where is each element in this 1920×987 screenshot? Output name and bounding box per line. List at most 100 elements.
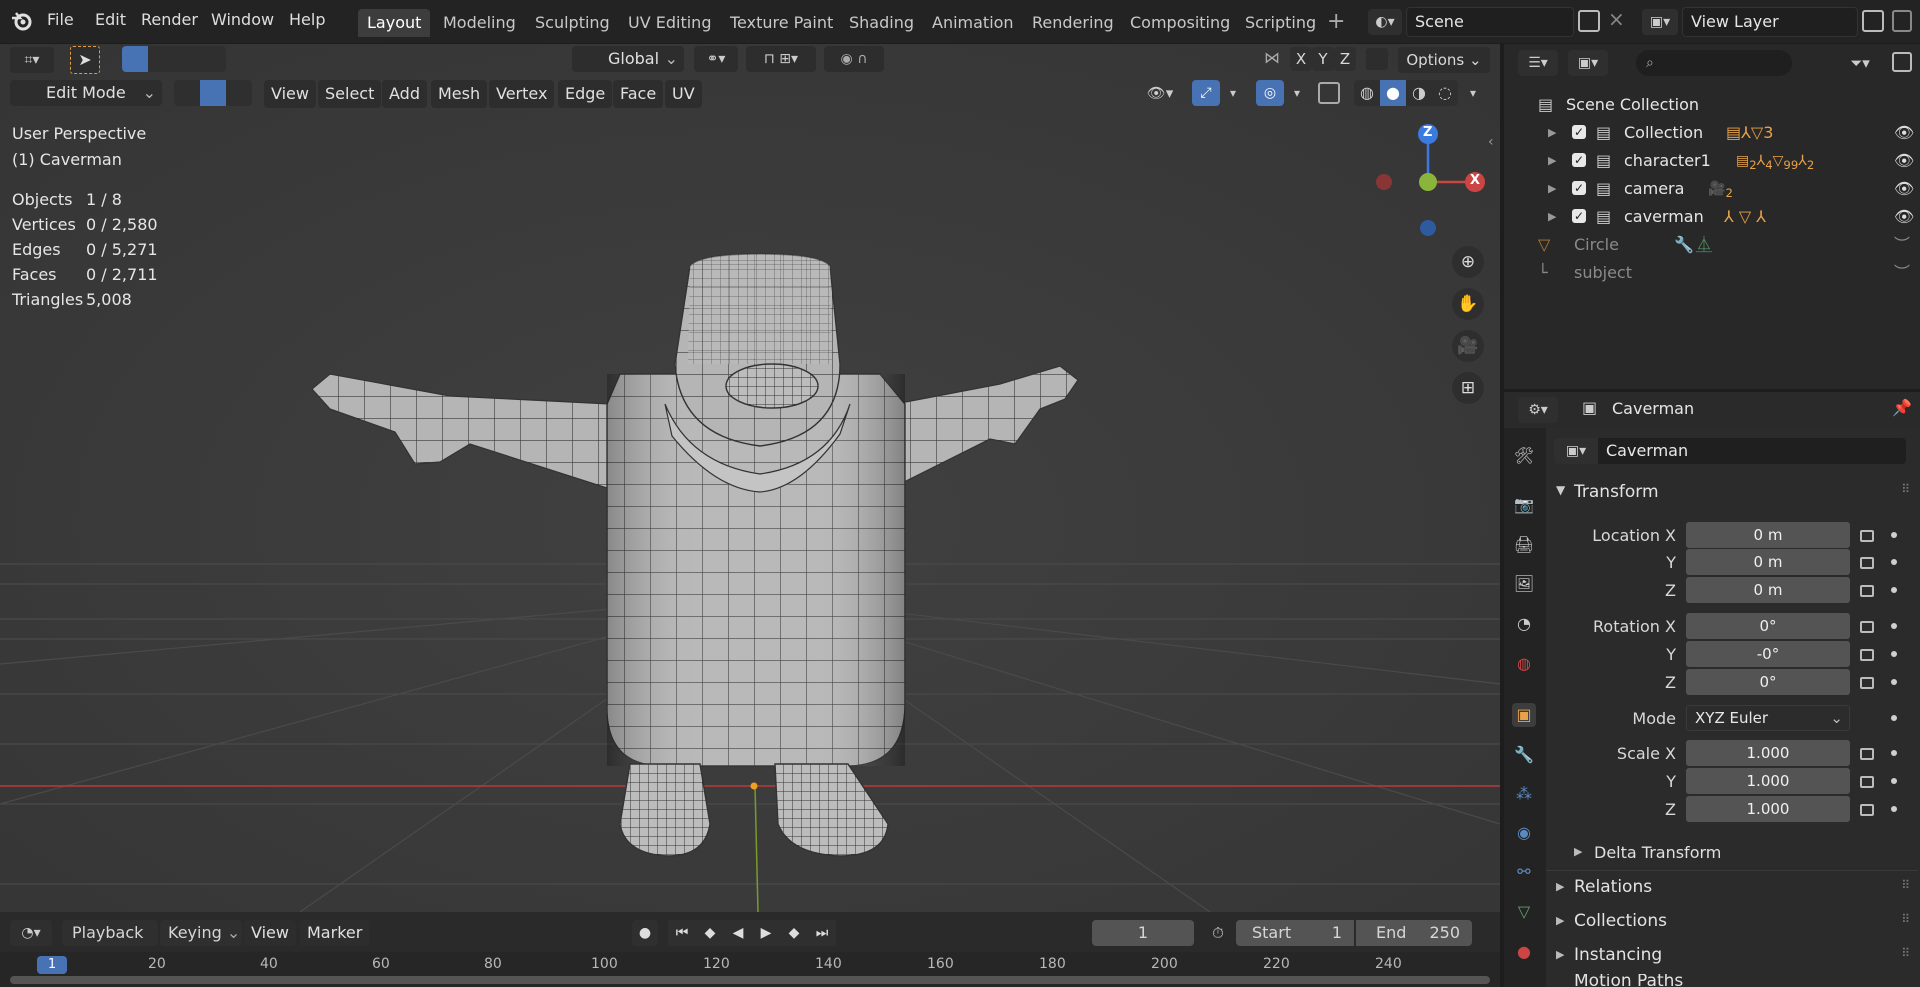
tab-compositing[interactable]: Compositing <box>1121 9 1239 37</box>
output-tab-icon[interactable]: 🖨 <box>1512 533 1536 557</box>
snapping-dropdown[interactable]: ⊓ ⊞▾ <box>746 46 816 72</box>
object-tab-icon[interactable]: ▣ <box>1512 703 1536 727</box>
location-x-field[interactable]: 0 m <box>1686 522 1850 548</box>
keyframe-dot-icon[interactable] <box>1891 651 1897 657</box>
next-keyframe-button[interactable]: ◆ <box>780 920 808 946</box>
drag-handle-icon[interactable]: ⠿ <box>1901 878 1910 892</box>
properties-editor-type-icon[interactable]: ⚙▾ <box>1518 397 1558 423</box>
material-tab-icon[interactable]: ● <box>1512 940 1536 964</box>
keyframe-dot-icon[interactable] <box>1891 532 1897 538</box>
timeline-menu-marker[interactable]: Marker <box>300 920 370 946</box>
xray-toggle-icon[interactable] <box>1318 82 1340 104</box>
include-checkbox[interactable]: ✓ <box>1572 125 1586 139</box>
drag-handle-icon[interactable]: ⠿ <box>1901 946 1910 960</box>
mirror-x-toggle[interactable]: X <box>1290 47 1312 71</box>
menu-uv[interactable]: UV <box>665 80 702 108</box>
expand-arrow-icon[interactable]: ▶ <box>1548 119 1556 147</box>
child-objects-icon[interactable]: ▤⅄▽3 <box>1726 119 1773 147</box>
location-y-field[interactable]: 0 m <box>1686 549 1850 575</box>
display-mode-dropdown[interactable]: ▣▾ <box>1568 50 1608 76</box>
tab-layout[interactable]: Layout <box>358 9 431 37</box>
new-collection-icon[interactable] <box>1892 52 1912 72</box>
outliner-search-input[interactable]: ⌕ <box>1636 50 1792 76</box>
drag-handle-icon[interactable]: ⠿ <box>1901 482 1910 496</box>
tab-animation[interactable]: Animation <box>923 9 1023 37</box>
filter-icon[interactable]: ⏷▾ <box>1840 50 1880 76</box>
drag-handle-icon[interactable]: ⠿ <box>1901 912 1910 926</box>
include-checkbox[interactable]: ✓ <box>1572 181 1586 195</box>
menu-edge[interactable]: Edge <box>558 80 613 108</box>
edge-select-icon[interactable] <box>200 80 226 106</box>
tool-settings-tab-icon[interactable]: 🛠 <box>1512 444 1536 468</box>
expand-arrow-icon[interactable]: ▶ <box>1548 147 1556 175</box>
face-select-icon[interactable] <box>226 80 252 106</box>
lock-icon[interactable] <box>1860 677 1874 689</box>
scene-selector-icon[interactable]: ◐▾ <box>1368 9 1402 35</box>
gizmo-dropdown[interactable]: ▾ <box>1222 80 1244 106</box>
jump-end-button[interactable]: ⏭ <box>808 920 836 946</box>
camera-view-icon[interactable]: 🎥 <box>1452 330 1484 362</box>
menu-face[interactable]: Face <box>613 80 664 108</box>
shading-dropdown[interactable]: ▾ <box>1462 80 1484 106</box>
duplicate-scene-icon[interactable] <box>1578 10 1600 32</box>
outliner-row-caverman[interactable]: ▶ ✓ ▤ caverman ⅄ ▽ ⅄ 👁 <box>1504 203 1920 231</box>
outliner-row-character1[interactable]: ▶ ✓ ▤ character1 ▤2⅄4▽99⅄2 👁 <box>1504 147 1920 175</box>
solid-shading-icon[interactable]: ● <box>1380 80 1406 106</box>
mirror-icon[interactable]: ⋈ <box>1264 48 1286 70</box>
pin-icon[interactable]: 📌 <box>1892 398 1912 417</box>
outliner-scene-collection[interactable]: ▤ Scene Collection <box>1504 91 1920 119</box>
visibility-eye-icon[interactable]: 👁 <box>1894 119 1914 147</box>
world-tab-icon[interactable]: ◍ <box>1512 652 1536 676</box>
play-reverse-button[interactable]: ◀ <box>724 920 752 946</box>
wireframe-shading-icon[interactable]: ◍ <box>1354 80 1380 106</box>
mesh-data-icon[interactable]: ⏅ <box>1696 231 1712 259</box>
remove-view-layer-icon[interactable] <box>1892 10 1912 32</box>
lock-icon[interactable] <box>1860 748 1874 760</box>
menu-file[interactable]: File <box>47 10 74 29</box>
lock-icon[interactable] <box>1860 530 1874 542</box>
tab-modeling[interactable]: Modeling <box>434 9 525 37</box>
mesh-data-tab-icon[interactable]: ▽ <box>1512 900 1536 924</box>
menu-edit[interactable]: Edit <box>95 10 126 29</box>
lock-icon[interactable] <box>1860 804 1874 816</box>
select-mode-set-icon[interactable] <box>122 46 148 72</box>
playhead-frame-indicator[interactable]: 1 <box>37 956 67 974</box>
delta-transform-subpanel[interactable]: ▶ Delta Transform <box>1574 840 1904 866</box>
sidebar-collapse-icon[interactable]: ‹ <box>1488 134 1494 150</box>
3d-viewport[interactable]: ⌗▾ ➤ Global ⌄ ⚭▾ ⊓ ⊞▾ ◉ ∩ ⋈ X Y Z Options… <box>0 44 1500 912</box>
mode-dropdown[interactable]: Edit Mode ⌄ <box>10 80 162 106</box>
pan-hand-icon[interactable]: ✋ <box>1452 288 1484 320</box>
menu-select[interactable]: Select <box>318 80 382 108</box>
preview-range-icon[interactable]: ⏱ <box>1204 920 1232 946</box>
tab-uv-editing[interactable]: UV Editing <box>619 9 720 37</box>
render-tab-icon[interactable]: 📷 <box>1512 493 1536 517</box>
menu-render[interactable]: Render <box>141 10 198 29</box>
play-button[interactable]: ▶ <box>752 920 780 946</box>
blender-logo-icon[interactable] <box>10 9 34 33</box>
modifier-tab-icon[interactable]: 🔧 <box>1512 743 1536 767</box>
select-mode-intersect-icon[interactable] <box>200 46 226 72</box>
scale-z-field[interactable]: 1.000 <box>1686 796 1850 822</box>
playback-dropdown[interactable]: Playback ⌄ <box>62 920 158 968</box>
outliner-row-circle[interactable]: ▽ Circle 🔧 ⏅ ︶ <box>1504 231 1920 259</box>
lock-icon[interactable] <box>1860 557 1874 569</box>
select-mode-extend-icon[interactable] <box>148 46 174 72</box>
keyframe-dot-icon[interactable] <box>1891 559 1897 565</box>
timeline-menu-view[interactable]: View <box>244 920 296 946</box>
zoom-icon[interactable]: ⊕ <box>1452 246 1484 278</box>
visibility-hidden-icon[interactable]: ︶ <box>1894 231 1910 259</box>
expand-arrow-icon[interactable]: ▶ <box>1548 203 1556 231</box>
rotation-x-field[interactable]: 0° <box>1686 613 1850 639</box>
prev-keyframe-button[interactable]: ◆ <box>696 920 724 946</box>
rotation-mode-dropdown[interactable]: XYZ Euler ⌄ <box>1686 705 1850 731</box>
overlays-toggle-icon[interactable]: ◎ <box>1256 80 1284 106</box>
transform-orientation-dropdown[interactable]: Global ⌄ <box>572 46 684 72</box>
modifier-wrench-icon[interactable]: 🔧 <box>1674 231 1694 259</box>
visibility-hidden-icon[interactable]: ︶ <box>1894 259 1910 287</box>
scale-y-field[interactable]: 1.000 <box>1686 768 1850 794</box>
relations-panel-header[interactable]: ▶ Relations ⠿ <box>1550 874 1916 902</box>
keyframe-dot-icon[interactable] <box>1891 679 1897 685</box>
current-frame-field[interactable]: 1 <box>1092 920 1194 946</box>
view-layer-tab-icon[interactable]: 🖼 <box>1512 572 1536 596</box>
include-checkbox[interactable]: ✓ <box>1572 209 1586 223</box>
